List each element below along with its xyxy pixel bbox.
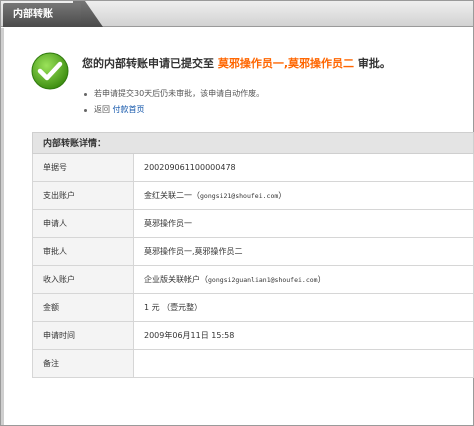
note-expiry-text: 若申请提交30天后仍未审批，该申请自动作废。 (94, 89, 265, 98)
row-label: 审批人 (33, 238, 134, 265)
row-value: 莫邪操作员一,莫邪操作员二 (144, 247, 243, 256)
row-label: 支出账户 (33, 182, 134, 209)
row-label: 申请时间 (33, 322, 134, 349)
table-row: 金额 1 元 （壹元整） (32, 294, 474, 322)
row-value: 2009年06月11日 15:58 (144, 331, 235, 340)
details-title: 内部转账详情： (32, 132, 474, 154)
payment-home-link[interactable]: 付款首页 (113, 105, 145, 114)
row-label: 收入账户 (33, 266, 134, 293)
row-label: 金额 (33, 294, 134, 321)
account-email: gongsi21@shoufei.com (200, 192, 279, 200)
tab-bar: 内部转账 (1, 1, 473, 27)
note-return: 返回 付款首页 (82, 102, 264, 118)
success-check-icon (31, 52, 69, 90)
table-row: 收入账户 企业版关联帐户（gongsi2guanlian1@shoufei.co… (32, 266, 474, 294)
window-frame: 内部转账 您的内部转账申请已提交至 莫邪操作员一,莫邪操作员二 审批。 若申请提… (0, 0, 474, 426)
row-value: 企业版关联帐户（gongsi2guanlian1@shoufei.com） (144, 275, 326, 284)
note-return-text: 返回 (94, 105, 110, 114)
success-headline: 您的内部转账申请已提交至 莫邪操作员一,莫邪操作员二 审批。 (82, 55, 391, 71)
row-label: 备注 (33, 350, 134, 377)
transfer-details-table: 内部转账详情： 单据号 200209061100000478 支出账户 金红关联… (32, 132, 474, 378)
notes-list: 若申请提交30天后仍未审批，该申请自动作废。 返回 付款首页 (82, 86, 264, 118)
row-value (134, 350, 473, 377)
row-value: 1 元 （壹元整） (144, 303, 203, 312)
headline-prefix: 您的内部转账申请已提交至 (82, 57, 214, 70)
table-row: 申请人 莫邪操作员一 (32, 210, 474, 238)
headline-suffix: 审批。 (357, 57, 391, 70)
bullet-icon (84, 109, 87, 112)
account-email: gongsi2guanlian1@shoufei.com (208, 276, 318, 284)
note-expiry: 若申请提交30天后仍未审批，该申请自动作废。 (82, 86, 264, 102)
bullet-icon (84, 93, 87, 96)
table-row: 单据号 200209061100000478 (32, 154, 474, 182)
table-row: 备注 (32, 350, 474, 378)
table-row: 支出账户 金红关联二一（gongsi21@shoufei.com） (32, 182, 474, 210)
row-value: 金红关联二一（gongsi21@shoufei.com） (144, 191, 287, 200)
row-label: 申请人 (33, 210, 134, 237)
row-label: 单据号 (33, 154, 134, 181)
table-row: 审批人 莫邪操作员一,莫邪操作员二 (32, 238, 474, 266)
content-area: 您的内部转账申请已提交至 莫邪操作员一,莫邪操作员二 审批。 若申请提交30天后… (1, 28, 474, 425)
row-value: 200209061100000478 (144, 163, 236, 172)
table-row: 申请时间 2009年06月11日 15:58 (32, 322, 474, 350)
tab-internal-transfer[interactable]: 内部转账 (3, 3, 81, 27)
row-value: 莫邪操作员一 (144, 219, 192, 228)
headline-approvers: 莫邪操作员一,莫邪操作员二 (217, 57, 355, 70)
